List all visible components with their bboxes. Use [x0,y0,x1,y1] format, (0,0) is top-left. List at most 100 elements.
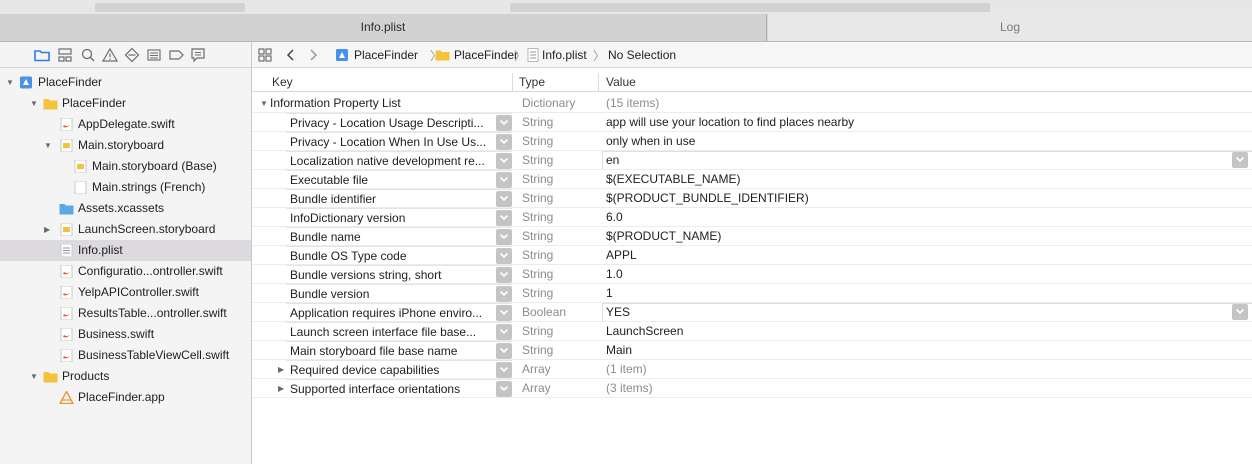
plist-row[interactable]: Privacy - Location Usage Descripti... Str… [252,113,1252,132]
key-popup[interactable]: Bundle name [286,227,512,246]
key-chevron-icon[interactable] [496,153,512,169]
key-popup[interactable]: Privacy - Location When In Use Us... [286,132,512,151]
breadcrumb-project[interactable]: PlaceFinder [354,48,418,62]
row-type[interactable]: String [522,341,553,360]
key-chevron-icon[interactable] [496,343,512,359]
key-chevron-icon[interactable] [496,286,512,302]
tree-item-project[interactable]: ▼ PlaceFinder [0,72,251,93]
row-type[interactable]: String [522,132,553,151]
plist-row[interactable]: InfoDictionary version String 6.0 [252,208,1252,227]
row-type[interactable]: Array [522,360,551,379]
hierarchy-icon[interactable] [56,46,74,64]
plist-row[interactable]: Bundle identifier String $(PRODUCT_BUNDLE_… [252,189,1252,208]
value-field-box[interactable] [602,151,1252,170]
warning-icon[interactable] [101,46,119,64]
column-divider[interactable] [512,73,513,91]
value-chevron-icon[interactable] [1232,304,1248,320]
row-value[interactable]: app will use your location to find place… [606,113,854,132]
row-value[interactable]: $(EXECUTABLE_NAME) [606,170,740,189]
tree-item-main-storyboard-base[interactable]: Main.storyboard (Base) [0,156,251,177]
tab-info-plist[interactable]: Info.plist [0,14,767,41]
folder-icon[interactable] [33,46,51,64]
plist-row[interactable]: Bundle versions string, short String 1.0 [252,265,1252,284]
disclosure-open-icon[interactable]: ▼ [260,94,268,113]
key-popup[interactable]: Launch screen interface file base... [286,322,512,341]
tree-item-products[interactable]: ▼ Products [0,366,251,387]
key-popup[interactable]: Supported interface orientations [286,379,512,398]
key-popup[interactable]: Privacy - Location Usage Descripti... [286,113,512,132]
row-type[interactable]: String [522,322,553,341]
plist-row[interactable]: Privacy - Location When In Use Us... Stri… [252,132,1252,151]
breadcrumb-selection[interactable]: No Selection [608,48,676,62]
row-type[interactable]: Array [522,379,551,398]
row-type[interactable]: String [522,151,553,170]
report-icon[interactable] [189,46,207,64]
row-value[interactable]: 1.0 [606,265,623,284]
test-icon[interactable] [123,46,141,64]
key-chevron-icon[interactable] [496,115,512,131]
column-header-type[interactable]: Type [519,75,545,89]
tree-item-configuration-controller[interactable]: Configuratio...ontroller.swift [0,261,251,282]
key-chevron-icon[interactable] [496,191,512,207]
tree-item-info-plist[interactable]: Info.plist [0,240,251,261]
tree-item-businesstableviewcell[interactable]: BusinessTableViewCell.swift [0,345,251,366]
value-field-box[interactable] [602,303,1252,322]
row-value[interactable]: (3 items) [606,379,653,398]
tree-item-yelpapicontroller[interactable]: YelpAPIController.swift [0,282,251,303]
disclosure-open-icon[interactable]: ▼ [30,93,38,114]
row-value[interactable]: LaunchScreen [606,322,683,341]
row-type[interactable]: String [522,246,553,265]
key-chevron-icon[interactable] [496,267,512,283]
key-chevron-icon[interactable] [496,305,512,321]
key-popup[interactable]: Bundle versions string, short [286,265,512,284]
key-popup[interactable]: Bundle identifier [286,189,512,208]
related-items-icon[interactable] [258,48,272,62]
search-icon[interactable] [79,46,97,64]
key-chevron-icon[interactable] [496,248,512,264]
back-icon[interactable] [286,48,296,62]
key-popup[interactable]: Executable file [286,170,512,189]
key-popup[interactable]: Main storyboard file base name [286,341,512,360]
disclosure-open-icon[interactable]: ▼ [30,366,38,387]
row-type[interactable]: String [522,208,553,227]
key-chevron-icon[interactable] [496,362,512,378]
key-chevron-icon[interactable] [496,210,512,226]
row-type[interactable]: String [522,227,553,246]
row-value[interactable]: (1 item) [606,360,647,379]
key-popup[interactable]: Bundle version [286,284,512,303]
key-popup[interactable]: InfoDictionary version [286,208,512,227]
key-chevron-icon[interactable] [496,324,512,340]
tree-item-business[interactable]: Business.swift [0,324,251,345]
key-popup[interactable]: Localization native development re... [286,151,512,170]
tree-item-launchscreen[interactable]: ▶ LaunchScreen.storyboard [0,219,251,240]
plist-row[interactable]: Executable file String $(EXECUTABLE_NAME) [252,170,1252,189]
key-chevron-icon[interactable] [496,134,512,150]
key-chevron-icon[interactable] [496,172,512,188]
tree-item-appdelegate[interactable]: AppDelegate.swift [0,114,251,135]
row-type[interactable]: String [522,170,553,189]
plist-row[interactable]: Launch screen interface file base... Stri… [252,322,1252,341]
tree-item-resultstable-controller[interactable]: ResultsTable...ontroller.swift [0,303,251,324]
forward-icon[interactable] [308,48,318,62]
tree-item-main-storyboard[interactable]: ▼ Main.storyboard [0,135,251,156]
breadcrumb-file[interactable]: Info.plist [542,48,587,62]
plist-row[interactable]: Application requires iPhone enviro... Boo… [252,303,1252,322]
row-value[interactable]: only when in use [606,132,695,151]
row-value[interactable]: APPL [606,246,637,265]
tab-log[interactable]: Log [768,14,1252,41]
tree-item-main-strings[interactable]: Main.strings (French) [0,177,251,198]
plist-row[interactable]: ▶ Required device capabilities Array (1 ite… [252,360,1252,379]
key-popup[interactable]: Bundle OS Type code [286,246,512,265]
column-header-value[interactable]: Value [606,75,636,89]
plist-root-row[interactable]: ▼ Information Property List Dictionary (… [252,94,1252,113]
row-value[interactable]: $(PRODUCT_BUNDLE_IDENTIFIER) [606,189,809,208]
plist-row[interactable]: Bundle OS Type code String APPL [252,246,1252,265]
disclosure-closed-icon[interactable]: ▶ [278,379,284,398]
row-value[interactable]: 6.0 [606,208,623,227]
disclosure-open-icon[interactable]: ▼ [44,135,52,156]
tree-item-app[interactable]: PlaceFinder.app [0,387,251,408]
disclosure-closed-icon[interactable]: ▶ [44,219,50,240]
row-type[interactable]: String [522,265,553,284]
row-value[interactable]: en [606,151,619,170]
breadcrumb-group[interactable]: PlaceFinder [454,48,518,62]
